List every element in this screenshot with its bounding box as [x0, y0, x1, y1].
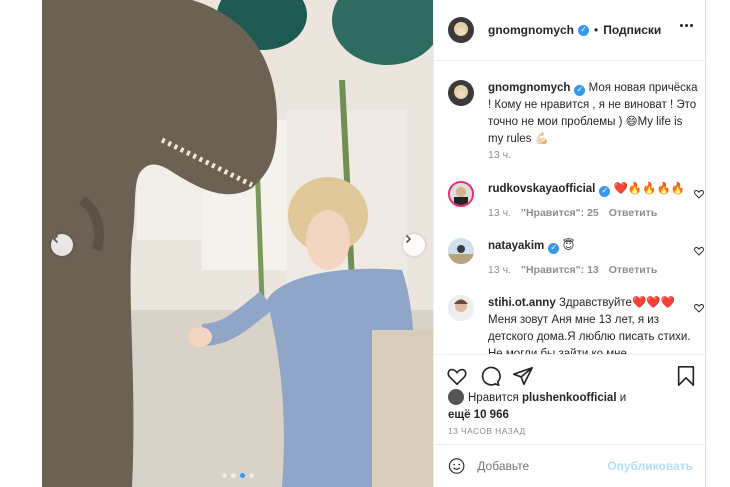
share-icon[interactable]	[512, 365, 534, 387]
comment-composer: Опубликовать	[434, 444, 707, 487]
liker-avatar[interactable]	[448, 389, 464, 405]
reply-button[interactable]: Ответить	[609, 264, 658, 276]
post-header: gnomgnomych ✓ • Подписки	[434, 0, 707, 61]
comment-meta: 13 ч. "Нравится": 13 Ответить	[488, 264, 657, 276]
heart-icon[interactable]	[446, 365, 468, 387]
comment-likes[interactable]: "Нравится": 25	[521, 207, 599, 219]
emoji-icon[interactable]	[448, 455, 465, 477]
comment-time[interactable]: 13 ч.	[488, 207, 511, 219]
comment-likes[interactable]: "Нравится": 13	[521, 264, 599, 276]
comment-username[interactable]: stihi.ot.anny	[488, 297, 556, 309]
carousel-dot	[222, 473, 227, 478]
comment-username[interactable]: rudkovskayaofficial	[488, 183, 595, 195]
comment-body: stihi.ot.anny Здравствуйте❤️❤️❤️ Меня зо…	[488, 295, 700, 354]
post-photo	[42, 0, 433, 487]
commenter-avatar[interactable]	[448, 238, 474, 264]
chevron-left-icon	[52, 234, 59, 244]
comment-icon[interactable]	[479, 365, 501, 387]
next-slide-button[interactable]	[403, 234, 425, 256]
chevron-right-icon	[405, 234, 412, 244]
publish-button[interactable]: Опубликовать	[607, 459, 693, 473]
reply-button[interactable]: Ответить	[609, 207, 658, 219]
more-icon[interactable]	[680, 24, 693, 27]
post-side-panel: gnomgnomych ✓ • Подписки gnomgnomych ✓ Мо…	[433, 0, 707, 487]
heart-icon[interactable]	[694, 189, 704, 199]
previous-slide-button[interactable]	[51, 234, 73, 256]
caption-meta: 13 ч.	[488, 149, 511, 161]
commenter-avatar[interactable]	[448, 181, 474, 207]
verified-icon: ✓	[548, 242, 560, 254]
comment-text: ❤️🔥🔥🔥🔥	[613, 183, 686, 195]
liker-username[interactable]: plushenkoofficial	[522, 392, 617, 404]
comment-time[interactable]: 13 ч.	[488, 264, 511, 276]
caption-body: gnomgnomych ✓ Моя новая причёска ! Кому н…	[488, 80, 700, 148]
carousel-dot	[240, 473, 245, 478]
separator-dot: •	[594, 23, 599, 37]
verified-icon: ✓	[599, 185, 611, 197]
photo-dinosaur-and-child	[42, 0, 433, 487]
heart-icon[interactable]	[694, 303, 704, 313]
caption-time[interactable]: 13 ч.	[488, 149, 511, 161]
author-username[interactable]: gnomgnomych	[488, 23, 574, 37]
liked-conj: и	[619, 392, 627, 404]
verified-icon: ✓	[574, 84, 586, 96]
caption-username[interactable]: gnomgnomych	[488, 82, 570, 94]
caption-avatar[interactable]	[448, 80, 474, 106]
commenter-avatar[interactable]	[448, 295, 474, 321]
comment-username[interactable]: natayakim	[488, 240, 544, 252]
post-timestamp[interactable]: 13 ЧАСОВ НАЗАД	[448, 426, 526, 436]
action-bar	[434, 354, 707, 390]
comment-body: natayakim ✓ 😇	[488, 238, 700, 255]
comment-body: rudkovskayaofficial ✓ ❤️🔥🔥🔥🔥	[488, 181, 700, 198]
instagram-post-viewer: gnomgnomych ✓ • Подписки gnomgnomych ✓ Мо…	[0, 0, 730, 487]
verified-icon: ✓	[578, 24, 589, 36]
liked-by: Нравится plushenkoofficial и ещё 10 966	[448, 389, 698, 424]
carousel-indicator	[222, 473, 254, 478]
comment-text: 😇	[562, 240, 575, 252]
liked-prefix: Нравится	[468, 392, 519, 404]
heart-icon[interactable]	[694, 246, 704, 256]
author-avatar[interactable]	[448, 17, 474, 43]
carousel-dot	[249, 473, 254, 478]
likes-count[interactable]: ещё 10 966	[448, 409, 509, 421]
comment-input[interactable]	[477, 459, 608, 473]
comments-list[interactable]: gnomgnomych ✓ Моя новая причёска ! Кому н…	[434, 62, 707, 354]
following-button[interactable]: Подписки	[603, 23, 661, 37]
bookmark-icon[interactable]	[675, 365, 697, 387]
comment-meta: 13 ч. "Нравится": 25 Ответить	[488, 207, 657, 219]
carousel-dot	[231, 473, 236, 478]
